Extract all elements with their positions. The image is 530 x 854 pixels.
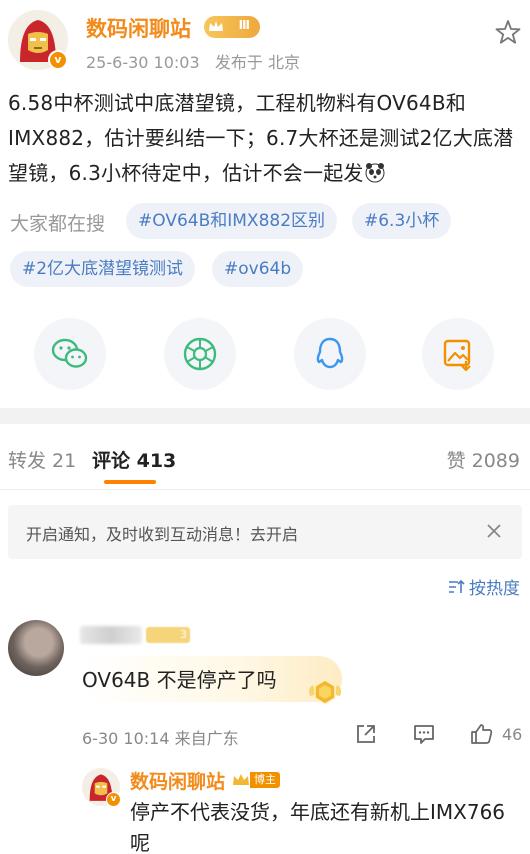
sort-by-hot-button[interactable]: 按热度 [448, 574, 520, 599]
comment-text: OV64B 不是停产了吗 [82, 668, 277, 692]
share-icon[interactable] [354, 722, 378, 746]
author-badge-label: 博主 [250, 772, 280, 788]
share-wechat-button[interactable] [34, 318, 106, 390]
post-body: 6.58中杯测试中底潜望镜，工程机物料有OV64B和IMX882，估计要纠结一下… [8, 91, 514, 185]
post-time: 25-6-30 10:03 [86, 53, 200, 72]
commenter-name-blurred[interactable] [80, 626, 142, 644]
panda-emoji-icon [365, 163, 385, 183]
commenter-level-badge: 3 [146, 627, 190, 643]
crown-icon [209, 21, 223, 31]
save-image-button[interactable] [422, 318, 494, 390]
tag-chip[interactable]: #6.3小杯 [352, 203, 452, 239]
active-tab-indicator [104, 480, 156, 484]
tag-chip[interactable]: #2亿大底潜望镜测试 [10, 251, 196, 287]
sort-label: 按热度 [469, 579, 520, 599]
notification-banner[interactable]: 开启通知，及时收到互动消息！去开启 [8, 505, 522, 559]
verified-badge: v [48, 50, 68, 70]
section-divider [0, 408, 530, 424]
tab-repost[interactable]: 转发 21 [8, 446, 76, 473]
rank-badge: Ⅲ [204, 16, 260, 38]
tab-likes[interactable]: 赞 2089 [447, 446, 520, 473]
comment-meta: 6-30 10:14 来自广东 [82, 729, 239, 748]
sort-icon [449, 579, 465, 593]
trending-label: 大家都在搜 [10, 213, 106, 235]
wechat-icon [51, 338, 88, 368]
rank-level: Ⅲ [238, 18, 250, 32]
tag-chip[interactable]: #OV64B和IMX882区别 [126, 203, 338, 239]
comment-icon[interactable] [412, 722, 436, 746]
close-icon[interactable] [484, 521, 504, 541]
favorite-star-icon[interactable] [494, 18, 522, 46]
post-text: 6.58中杯测试中底潜望镜，工程机物料有OV64B和IMX882，估计要纠结一下… [8, 86, 522, 191]
commenter-avatar[interactable] [8, 620, 64, 676]
moments-icon [183, 337, 217, 371]
tab-comments[interactable]: 评论 413 [92, 446, 176, 473]
author-name[interactable]: 数码闲聊站 [86, 13, 191, 43]
share-qq-button[interactable] [294, 318, 366, 390]
like-icon[interactable] [470, 722, 494, 746]
tag-chip[interactable]: #ov64b [212, 251, 304, 287]
author-badge: 博主 [232, 770, 284, 790]
gold-medal-icon [309, 679, 341, 705]
notification-text[interactable]: 开启通知，及时收到互动消息！去开启 [26, 521, 298, 545]
post-meta: 25-6-30 10:03 发布于 北京 [86, 49, 300, 73]
share-moments-button[interactable] [164, 318, 236, 390]
qq-icon [316, 337, 344, 369]
crown-icon [233, 774, 249, 785]
tab-divider [0, 489, 530, 490]
like-count: 46 [502, 725, 523, 744]
reply-text: 停产不代表没货，年底还有新机上IMX766呢 [130, 800, 506, 854]
save-image-icon [443, 339, 471, 371]
reply-author-name[interactable]: 数码闲聊站 [130, 767, 225, 794]
reply-verified-badge: v [106, 792, 121, 807]
post-location: 发布于 北京 [214, 53, 300, 72]
